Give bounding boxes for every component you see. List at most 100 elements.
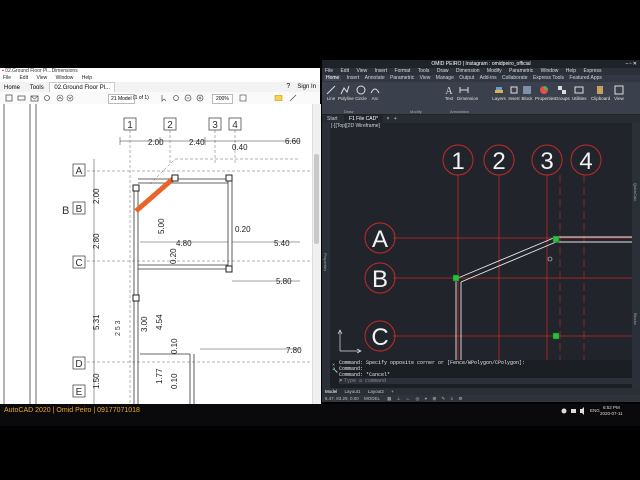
ribbon-tab-featured[interactable]: Featured Apps: [569, 75, 602, 81]
status-model-button[interactable]: MODEL: [364, 396, 380, 401]
page-number-field[interactable]: 21 Model: [108, 94, 135, 104]
cad-menu-express[interactable]: Express: [583, 68, 601, 74]
window-controls-icon[interactable]: – ▫ ✕: [625, 60, 637, 68]
svg-text:A: A: [372, 226, 388, 253]
cad-menu-file[interactable]: File: [325, 68, 333, 74]
pdf-menu-file[interactable]: File: [3, 75, 11, 81]
zoom-out-icon[interactable]: [184, 94, 192, 102]
properties-palette-strip[interactable]: Properties: [322, 123, 330, 388]
hand-icon[interactable]: [173, 95, 179, 101]
panel-draw[interactable]: Draw: [344, 109, 353, 114]
ribbon-tab-view[interactable]: View: [420, 75, 431, 81]
dimension-tool[interactable]: Dimension: [457, 85, 478, 101]
ucs-icon: [337, 329, 362, 354]
drawing-area[interactable]: [-][Top][2D Wireframe] 1 2 3 4 A B C: [330, 123, 632, 360]
panel-modify[interactable]: Modify: [410, 109, 422, 114]
new-tab-icon[interactable]: +: [394, 116, 397, 122]
panel-annotation[interactable]: Annotation: [450, 109, 469, 114]
language-indicator[interactable]: ENG: [590, 408, 600, 413]
layout-tab-layout2[interactable]: Layout2: [368, 389, 384, 394]
cad-menu-help[interactable]: Help: [566, 68, 576, 74]
cad-menu-edit[interactable]: Edit: [340, 68, 349, 74]
layout-tab-model[interactable]: Model: [325, 389, 337, 394]
ribbon-tab-addins[interactable]: Add-ins: [480, 75, 497, 81]
cad-menu-parametric[interactable]: Parametric: [509, 68, 533, 74]
ribbon-tab-parametric[interactable]: Parametric: [390, 75, 414, 81]
line-tool[interactable]: Line: [324, 85, 338, 101]
polyline-tool[interactable]: Polyline: [338, 85, 354, 101]
pdf-sign-in[interactable]: Sign In: [293, 82, 320, 92]
mail-icon[interactable]: [30, 95, 39, 102]
blocks-tab[interactable]: Blocks: [633, 313, 638, 325]
view-tool[interactable]: View: [612, 85, 626, 101]
pdf-vertical-scrollbar[interactable]: [312, 104, 321, 404]
save-icon[interactable]: [5, 94, 13, 102]
sign-pen-icon[interactable]: [289, 94, 297, 102]
properties-icon: [540, 86, 548, 94]
cad-menu-format[interactable]: Format: [395, 68, 411, 74]
clipboard-tool[interactable]: Clipboard: [591, 85, 610, 101]
ribbon-tab-home[interactable]: Home: [324, 75, 342, 81]
arc-tool[interactable]: Arc: [368, 85, 382, 101]
file-tab-start[interactable]: Start: [322, 115, 343, 123]
groups-tool[interactable]: Groups: [555, 85, 570, 101]
insert-tool[interactable]: Insert: [507, 85, 521, 101]
properties-tool[interactable]: Properties: [535, 85, 556, 101]
svg-text:1: 1: [451, 148, 464, 175]
command-window[interactable]: ✕ 🔧 Command: Specify opposite corner or […: [330, 360, 632, 388]
cad-menu-draw[interactable]: Draw: [437, 68, 449, 74]
command-history-icon[interactable]: ✕ 🔧: [332, 362, 338, 374]
block-tool[interactable]: Block: [520, 85, 534, 101]
comment-icon[interactable]: [274, 95, 283, 101]
pdf-document-canvas[interactable]: 1 2 3 4 2.00 2.40 0.40 6.60 A B B C D E: [0, 104, 312, 404]
file-tab-active[interactable]: F1 File CAD*: [343, 115, 384, 123]
pdf-menu-help[interactable]: Help: [82, 75, 92, 81]
select-arrow-icon[interactable]: [161, 95, 167, 102]
ribbon-tab-output[interactable]: Output: [459, 75, 474, 81]
cad-menu-insert[interactable]: Insert: [375, 68, 388, 74]
ribbon-tab-express[interactable]: Express Tools: [533, 75, 564, 81]
text-icon: A: [445, 86, 453, 95]
axis-marker-B: B: [72, 201, 86, 215]
axis-marker-2: 2: [163, 117, 177, 131]
pdf-menu-view[interactable]: View: [36, 75, 47, 81]
cad-menu-tools[interactable]: Tools: [418, 68, 430, 74]
dim-v-2-00: 2.00: [92, 188, 101, 204]
ribbon-tab-collaborate[interactable]: Collaborate: [502, 75, 528, 81]
pdf-menu-window[interactable]: Window: [56, 75, 74, 81]
system-clock[interactable]: 6:52 PM 2020-07-11: [600, 405, 623, 417]
zoom-in-icon[interactable]: [196, 94, 204, 102]
command-input[interactable]: > Type a command: [339, 378, 632, 384]
layers-tool[interactable]: Layers: [492, 85, 506, 101]
text-tool[interactable]: A Text: [442, 85, 456, 101]
status-bar: 6.47, 83.29, 0.00 MODEL ▦ ⊥ ∟ ◎ ⌖ ⊞ ✎ ≡ …: [322, 395, 640, 402]
cad-menu-window[interactable]: Window: [541, 68, 559, 74]
grip-3: [552, 332, 560, 340]
right-palette-strip[interactable]: QuickCalc Blocks: [632, 123, 640, 388]
zoom-search-icon[interactable]: [44, 95, 50, 101]
page-down-icon[interactable]: [66, 94, 74, 102]
cad-menu-modify[interactable]: Modify: [487, 68, 502, 74]
print-icon[interactable]: [17, 95, 26, 101]
ribbon-tab-annotate[interactable]: Annotate: [365, 75, 385, 81]
ribbon-tab-insert[interactable]: Insert: [347, 75, 360, 81]
circle-tool[interactable]: Circle: [354, 85, 368, 101]
layout-tab-layout1[interactable]: Layout1: [345, 389, 361, 394]
cad-menu-view[interactable]: View: [356, 68, 367, 74]
fit-page-icon[interactable]: [239, 94, 247, 102]
quickcalc-tab[interactable]: QuickCalc: [633, 183, 638, 201]
page-up-icon[interactable]: [56, 94, 64, 102]
cad-menu-dimension[interactable]: Dimension: [456, 68, 480, 74]
pdf-menu-edit[interactable]: Edit: [19, 75, 28, 81]
axis-marker-D: D: [72, 356, 86, 370]
add-layout-icon[interactable]: +: [391, 389, 394, 394]
scrollbar-thumb[interactable]: [314, 154, 319, 244]
utilities-tool[interactable]: Utilities: [572, 85, 587, 101]
axis-marker-E: E: [72, 384, 86, 398]
autocad-window-title: OMID PEIRO | Instagram : omidpeiro_offic…: [431, 61, 531, 67]
ribbon-tab-manage[interactable]: Manage: [436, 75, 454, 81]
zoom-field[interactable]: 200%: [212, 94, 233, 104]
help-icon[interactable]: ?: [286, 82, 290, 92]
close-tab-icon[interactable]: ×: [387, 116, 390, 122]
status-toggles-icon[interactable]: ▦ ⊥ ∟ ◎ ⌖ ⊞ ✎ ≡ ⚙: [387, 396, 464, 401]
